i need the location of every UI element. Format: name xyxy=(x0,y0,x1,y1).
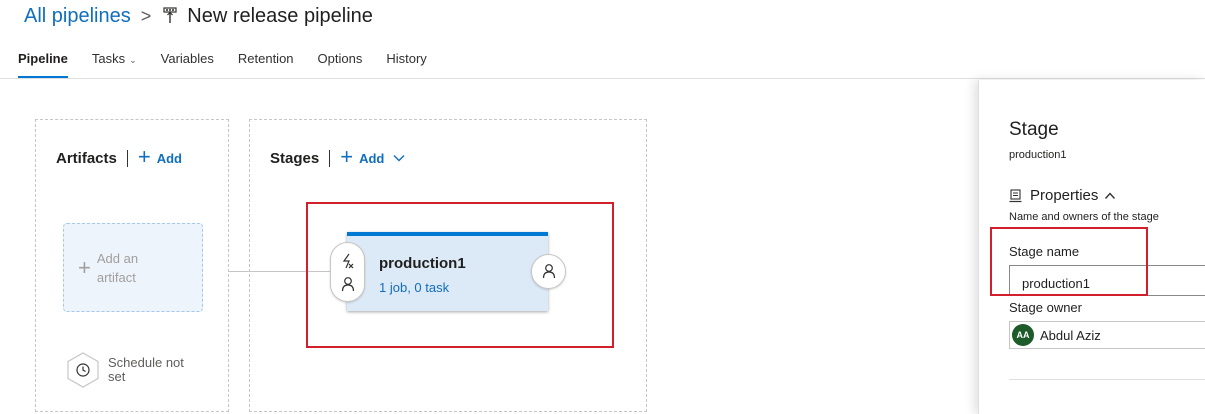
artifacts-title: Artifacts xyxy=(56,149,117,167)
stage-owner-picker[interactable]: AA Abdul Aziz xyxy=(1009,321,1205,349)
chevron-down-icon xyxy=(393,155,405,162)
pipeline-tabs: Pipeline Tasks ⌄ Variables Retention Opti… xyxy=(18,47,451,78)
tab-history[interactable]: History xyxy=(386,47,426,78)
add-artifact-button[interactable]: + Add xyxy=(137,144,182,169)
stages-title: Stages xyxy=(270,149,320,167)
stage-highlight-box xyxy=(306,202,614,348)
tab-divider xyxy=(0,78,1205,79)
tab-options-label: Options xyxy=(317,51,363,66)
tab-tasks[interactable]: Tasks ⌄ xyxy=(92,47,137,78)
properties-icon xyxy=(1009,188,1022,202)
page-title: New release pipeline xyxy=(187,4,373,27)
plus-icon: + xyxy=(137,144,151,169)
all-pipelines-link[interactable]: All pipelines xyxy=(24,5,131,28)
stage-name-highlight-box xyxy=(990,227,1148,296)
add-stage-label: Add xyxy=(359,150,385,166)
add-stage-button[interactable]: + Add xyxy=(340,144,406,169)
header-divider xyxy=(329,149,331,167)
schedule-text: Schedule not set xyxy=(108,355,184,384)
plus-icon: + xyxy=(340,144,354,169)
panel-subtitle: production1 xyxy=(1009,149,1067,161)
add-artifact-placeholder[interactable]: + Add an artifact xyxy=(63,223,203,312)
add-artifact-label: Add xyxy=(156,150,182,166)
artifacts-header: Artifacts + Add xyxy=(56,144,182,169)
owner-name: Abdul Aziz xyxy=(1040,327,1101,343)
breadcrumb-separator: > xyxy=(140,6,152,26)
release-pipeline-icon xyxy=(163,7,177,25)
schedule-trigger[interactable]: Schedule not set xyxy=(66,352,198,388)
artifacts-panel: Artifacts + Add + Add an artifact Schedu… xyxy=(35,119,229,412)
header-divider xyxy=(126,149,128,167)
tab-retention-label: Retention xyxy=(237,51,294,66)
tab-pipeline-label: Pipeline xyxy=(18,51,68,66)
stages-header: Stages + Add xyxy=(270,144,406,169)
tab-options[interactable]: Options xyxy=(318,47,363,78)
breadcrumb: All pipelines > New release pipeline xyxy=(24,2,373,30)
properties-title: Properties xyxy=(1030,187,1099,204)
properties-section-toggle[interactable]: Properties xyxy=(1009,187,1116,204)
chevron-down-icon: ⌄ xyxy=(129,54,137,65)
chevron-up-icon xyxy=(1105,191,1116,199)
tab-retention[interactable]: Retention xyxy=(238,47,294,78)
tab-pipeline[interactable]: Pipeline xyxy=(18,47,68,78)
add-artifact-text: Add an artifact xyxy=(96,250,139,285)
tab-variables[interactable]: Variables xyxy=(161,47,214,78)
tab-variables-label: Variables xyxy=(160,51,214,66)
tab-tasks-label: Tasks xyxy=(91,51,126,66)
stage-owner-label: Stage owner xyxy=(1009,300,1082,315)
plus-icon: + xyxy=(78,254,91,280)
properties-description: Name and owners of the stage xyxy=(1009,211,1159,223)
panel-title: Stage xyxy=(1009,119,1059,140)
tab-history-label: History xyxy=(386,51,427,66)
clock-icon xyxy=(67,352,99,388)
avatar: AA xyxy=(1012,324,1034,346)
panel-divider xyxy=(1009,379,1205,380)
